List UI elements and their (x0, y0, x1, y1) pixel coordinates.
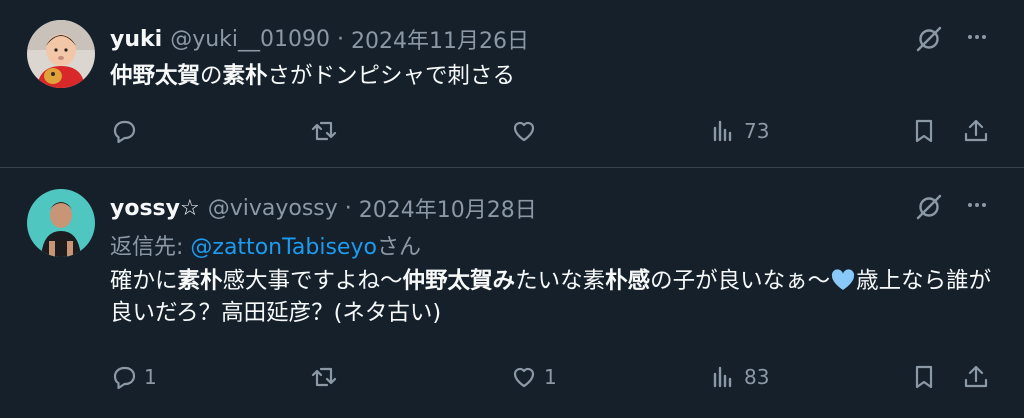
text-segment: 感大事ですよね〜 (222, 268, 403, 294)
reply-button[interactable]: 1 (110, 357, 157, 397)
text-segment: さがドンピシャで刺さる (267, 63, 516, 89)
user-handle[interactable]: @yuki__01090 (170, 27, 330, 52)
view-count: 83 (744, 365, 770, 389)
text-bold: 素朴 (222, 63, 268, 89)
text-bold: 仲野太賀み (402, 268, 516, 294)
avatar[interactable] (27, 189, 95, 257)
avatar[interactable] (27, 20, 95, 88)
text-bold: 素朴 (177, 268, 223, 294)
views-icon (713, 120, 732, 142)
views-icon (713, 366, 732, 388)
reply-icon (113, 120, 136, 144)
tweet-text: 確かに素朴感大事ですよね〜仲野太賀みたいな素朴感の子が良いなぁ〜 歳上なら誰が良い… (110, 265, 994, 329)
share-button[interactable] (962, 357, 990, 397)
views-button[interactable]: 83 (710, 357, 769, 397)
reply-to-line: 返信先: @zattonTabiseyoさん (110, 229, 421, 261)
share-button[interactable] (962, 111, 990, 151)
tweet-text: 仲野太賀の素朴さがドンピシャで刺さる (110, 60, 994, 92)
retweet-icon (311, 121, 337, 141)
separator-dot: · (344, 195, 352, 221)
tweet[interactable]: yuki @yuki__01090 · 2024年11月26日 仲野太賀の素朴さ… (0, 0, 1024, 168)
text-segment: たいな素 (515, 268, 606, 294)
separator-dot: · (337, 26, 344, 52)
tweet-date[interactable]: 2024年11月26日 (351, 23, 529, 55)
blue-heart-emoji-icon (830, 268, 856, 292)
share-icon (964, 365, 988, 388)
tweet-header: yuki @yuki__01090 · 2024年11月26日 (110, 22, 529, 56)
more-icon[interactable] (964, 190, 990, 220)
tweet-date[interactable]: 2024年10月28日 (359, 192, 537, 224)
bookmark-icon (915, 365, 933, 389)
text-bold: 仲野太賀 (110, 63, 201, 89)
reply-icon (113, 366, 136, 390)
tweet-header: yossy☆ @vivayossy · 2024年10月28日 (110, 191, 537, 225)
reply-count: 1 (144, 365, 157, 389)
retweet-icon (311, 367, 337, 387)
more-icon[interactable] (964, 22, 990, 52)
heart-icon (513, 121, 535, 142)
text-bold: 朴感 (605, 268, 651, 294)
user-handle[interactable]: @vivayossy (208, 196, 338, 221)
like-button[interactable]: 1 (510, 357, 557, 397)
reply-to-mention[interactable]: @zattonTabiseyo (190, 235, 377, 260)
text-segment: の子が良いなぁ〜 (650, 268, 831, 294)
grok-icon[interactable] (914, 24, 944, 54)
text-segment: の (200, 63, 223, 89)
reply-button[interactable] (110, 111, 144, 151)
reply-to-prefix: 返信先: (110, 235, 191, 260)
view-count: 73 (744, 119, 770, 143)
action-bar: 1 1 83 (0, 357, 1024, 397)
display-name[interactable]: yossy☆ (110, 196, 200, 221)
bookmark-button[interactable] (910, 357, 938, 397)
share-icon (964, 119, 988, 142)
bookmark-button[interactable] (910, 111, 938, 151)
action-bar: 73 (0, 111, 1024, 151)
text-segment: 確かに (110, 268, 178, 294)
heart-icon (513, 367, 535, 388)
views-button[interactable]: 73 (710, 111, 769, 151)
retweet-button[interactable] (310, 357, 344, 397)
tweet[interactable]: yossy☆ @vivayossy · 2024年10月28日 返信先: @za… (0, 168, 1024, 418)
bookmark-icon (915, 119, 933, 143)
grok-icon[interactable] (914, 192, 944, 222)
reply-to-suffix: さん (376, 235, 421, 260)
retweet-button[interactable] (310, 111, 344, 151)
like-button[interactable] (510, 111, 544, 151)
display-name[interactable]: yuki (110, 27, 162, 52)
like-count: 1 (544, 365, 557, 389)
